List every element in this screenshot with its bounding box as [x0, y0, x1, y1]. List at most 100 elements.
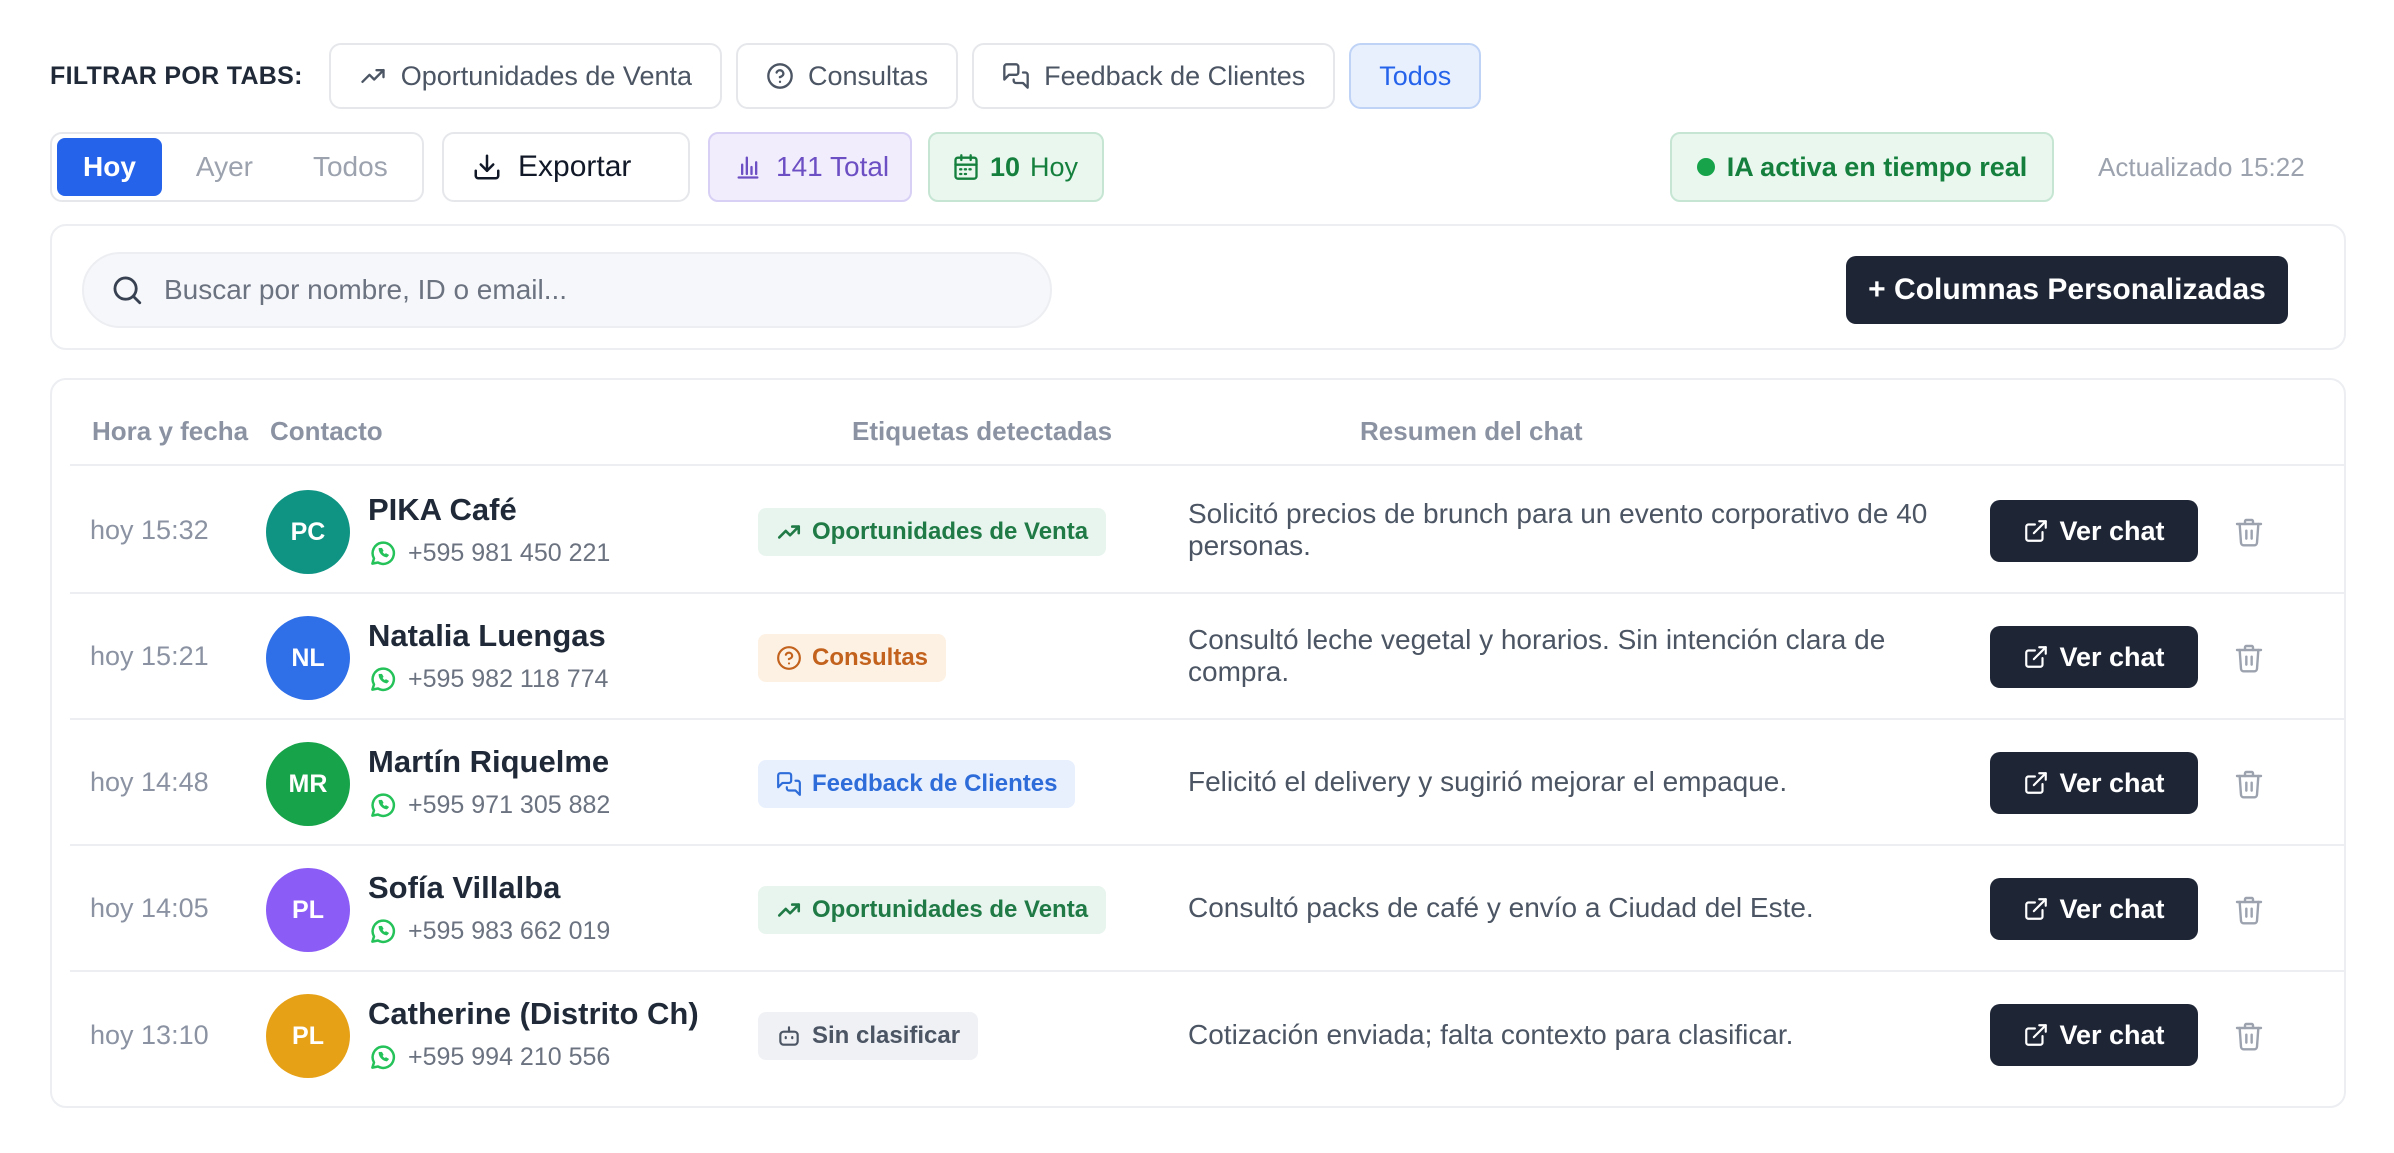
table-row[interactable]: hoy 14:05 PL Sofía Villalba +595 983 662 01… — [70, 846, 2346, 972]
contact-phone: +595 994 210 556 — [368, 1042, 610, 1072]
table-row[interactable]: hoy 15:32 PC PIKA Café +595 981 450 221 Opor… — [70, 468, 2346, 594]
header-time: Hora y fecha — [92, 416, 249, 446]
filter-label: FILTRAR POR TABS: — [50, 61, 303, 90]
chat-summary: Felicitó el delivery y sugirió mejorar e… — [1188, 720, 1948, 844]
view-chat-button[interactable]: Ver chat — [1990, 1004, 2198, 1066]
row-time: hoy 15:21 — [90, 640, 209, 671]
external-link-icon — [2025, 1024, 2048, 1046]
today-count-badge: 10 Hoy — [928, 132, 1104, 202]
trending-up-icon — [777, 903, 801, 917]
view-chat-label: Ver chat — [2059, 515, 2165, 546]
summary-text: Consultó packs de café y envío a Ciudad … — [1188, 892, 1814, 923]
detected-tag: Feedback de Clientes — [758, 760, 1076, 808]
chats-table: Hora y fecha Contacto Etiquetas detectad… — [50, 378, 2346, 1108]
tab-todos[interactable]: Todos — [1349, 43, 1482, 109]
date-segmented-control: Hoy Ayer Todos — [50, 132, 424, 202]
whatsapp-icon — [371, 541, 396, 566]
contact-name: PIKA Café — [368, 492, 517, 527]
export-label: Exportar — [518, 150, 632, 183]
contact-phone: +595 981 450 221 — [368, 538, 610, 568]
ia-status-badge: IA activa en tiempo real — [1670, 132, 2054, 202]
total-count-text: 141 Total — [776, 151, 890, 182]
search-card: + Columnas Personalizadas — [50, 224, 2346, 350]
phone-number: +595 994 210 556 — [408, 1042, 611, 1071]
tab-oportunidades[interactable]: Oportunidades de Venta — [328, 43, 722, 109]
avatar: PC — [266, 490, 350, 574]
header-contact: Contacto — [270, 416, 383, 446]
trending-up-icon — [777, 525, 801, 539]
delete-button[interactable] — [2230, 764, 2268, 804]
external-link-icon — [2025, 898, 2048, 920]
trash-icon — [2235, 518, 2263, 547]
tag-label: Oportunidades de Venta — [812, 896, 1089, 923]
segment-todos[interactable]: Todos — [287, 138, 414, 196]
filter-bar: FILTRAR POR TABS: Oportunidades de Venta… — [50, 43, 1482, 109]
row-time: hoy 13:10 — [90, 1019, 209, 1050]
view-chat-button[interactable]: Ver chat — [1990, 500, 2198, 562]
external-link-icon — [2025, 520, 2048, 542]
trash-icon — [2235, 644, 2263, 673]
view-chat-button[interactable]: Ver chat — [1990, 878, 2198, 940]
external-link-icon — [2025, 772, 2048, 794]
export-button[interactable]: Exportar — [442, 132, 690, 202]
chat-summary: Consultó packs de café y envío a Ciudad … — [1188, 846, 1948, 970]
search-icon — [113, 276, 142, 305]
delete-button[interactable] — [2230, 512, 2268, 552]
detected-tag: Oportunidades de Venta — [758, 508, 1107, 556]
row-time: hoy 15:32 — [90, 514, 209, 545]
tag-label: Oportunidades de Venta — [812, 518, 1089, 545]
tag-label: Sin clasificar — [812, 1022, 961, 1049]
today-count-number: 10 — [990, 151, 1021, 182]
segment-hoy[interactable]: Hoy — [57, 138, 162, 196]
ia-status-text: IA activa en tiempo real — [1726, 151, 2028, 182]
table-row[interactable]: hoy 15:21 NL Natalia Luengas +595 982 118 7… — [70, 594, 2346, 720]
phone-number: +595 983 662 019 — [408, 916, 611, 945]
chat-bubbles-icon — [1003, 63, 1029, 89]
tab-feedback[interactable]: Feedback de Clientes — [972, 43, 1336, 109]
chat-summary: Cotización enviada; falta contexto para … — [1188, 972, 1948, 1098]
detected-tag: Sin clasificar — [758, 1012, 979, 1060]
search-input[interactable] — [164, 274, 1024, 306]
segment-ayer[interactable]: Ayer — [170, 138, 279, 196]
tag-label: Feedback de Clientes — [812, 770, 1058, 797]
today-count-label: Hoy — [1030, 151, 1079, 182]
trending-up-icon — [361, 69, 385, 84]
trash-icon — [2235, 770, 2263, 799]
header-tags: Etiquetas detectadas — [852, 416, 1113, 446]
download-icon — [474, 154, 500, 180]
table-row[interactable]: hoy 14:48 MR Martín Riquelme +595 971 305 8… — [70, 720, 2346, 846]
chat-summary: Solicitó precios de brunch para un event… — [1188, 468, 1948, 592]
bot-icon — [779, 1026, 799, 1046]
tab-label: Consultas — [808, 60, 929, 91]
delete-button[interactable] — [2230, 890, 2268, 930]
help-circle-icon — [767, 63, 793, 89]
status-dot-icon — [1696, 158, 1715, 176]
view-chat-label: Ver chat — [2059, 767, 2165, 798]
summary-text: Felicitó el delivery y sugirió mejorar e… — [1188, 766, 1788, 797]
view-chat-label: Ver chat — [2059, 893, 2165, 924]
add-custom-columns-button[interactable]: + Columnas Personalizadas — [1846, 256, 2288, 324]
avatar: PL — [266, 994, 350, 1078]
tag-label: Consultas — [812, 644, 929, 671]
table-row[interactable]: hoy 13:10 PL Catherine (Distrito Ch) +595 9… — [70, 972, 2346, 1098]
tab-label: Oportunidades de Venta — [400, 60, 692, 91]
contact-phone: +595 971 305 882 — [368, 790, 610, 820]
search-box — [82, 252, 1052, 328]
external-link-icon — [2025, 646, 2048, 668]
chat-bubbles-icon — [777, 772, 801, 796]
view-chat-label: Ver chat — [2059, 641, 2165, 672]
delete-button[interactable] — [2230, 1016, 2268, 1056]
total-count-badge: 141 Total — [708, 132, 912, 202]
avatar: MR — [266, 742, 350, 826]
whatsapp-icon — [371, 793, 396, 818]
trash-icon — [2235, 1022, 2263, 1051]
trash-icon — [2235, 896, 2263, 925]
view-chat-button[interactable]: Ver chat — [1990, 752, 2198, 814]
detected-tag: Oportunidades de Venta — [758, 886, 1107, 934]
phone-number: +595 971 305 882 — [408, 790, 611, 819]
delete-button[interactable] — [2230, 638, 2268, 678]
whatsapp-icon — [371, 1045, 396, 1070]
view-chat-label: Ver chat — [2059, 1019, 2165, 1050]
tab-consultas[interactable]: Consultas — [736, 43, 959, 109]
view-chat-button[interactable]: Ver chat — [1990, 626, 2198, 688]
